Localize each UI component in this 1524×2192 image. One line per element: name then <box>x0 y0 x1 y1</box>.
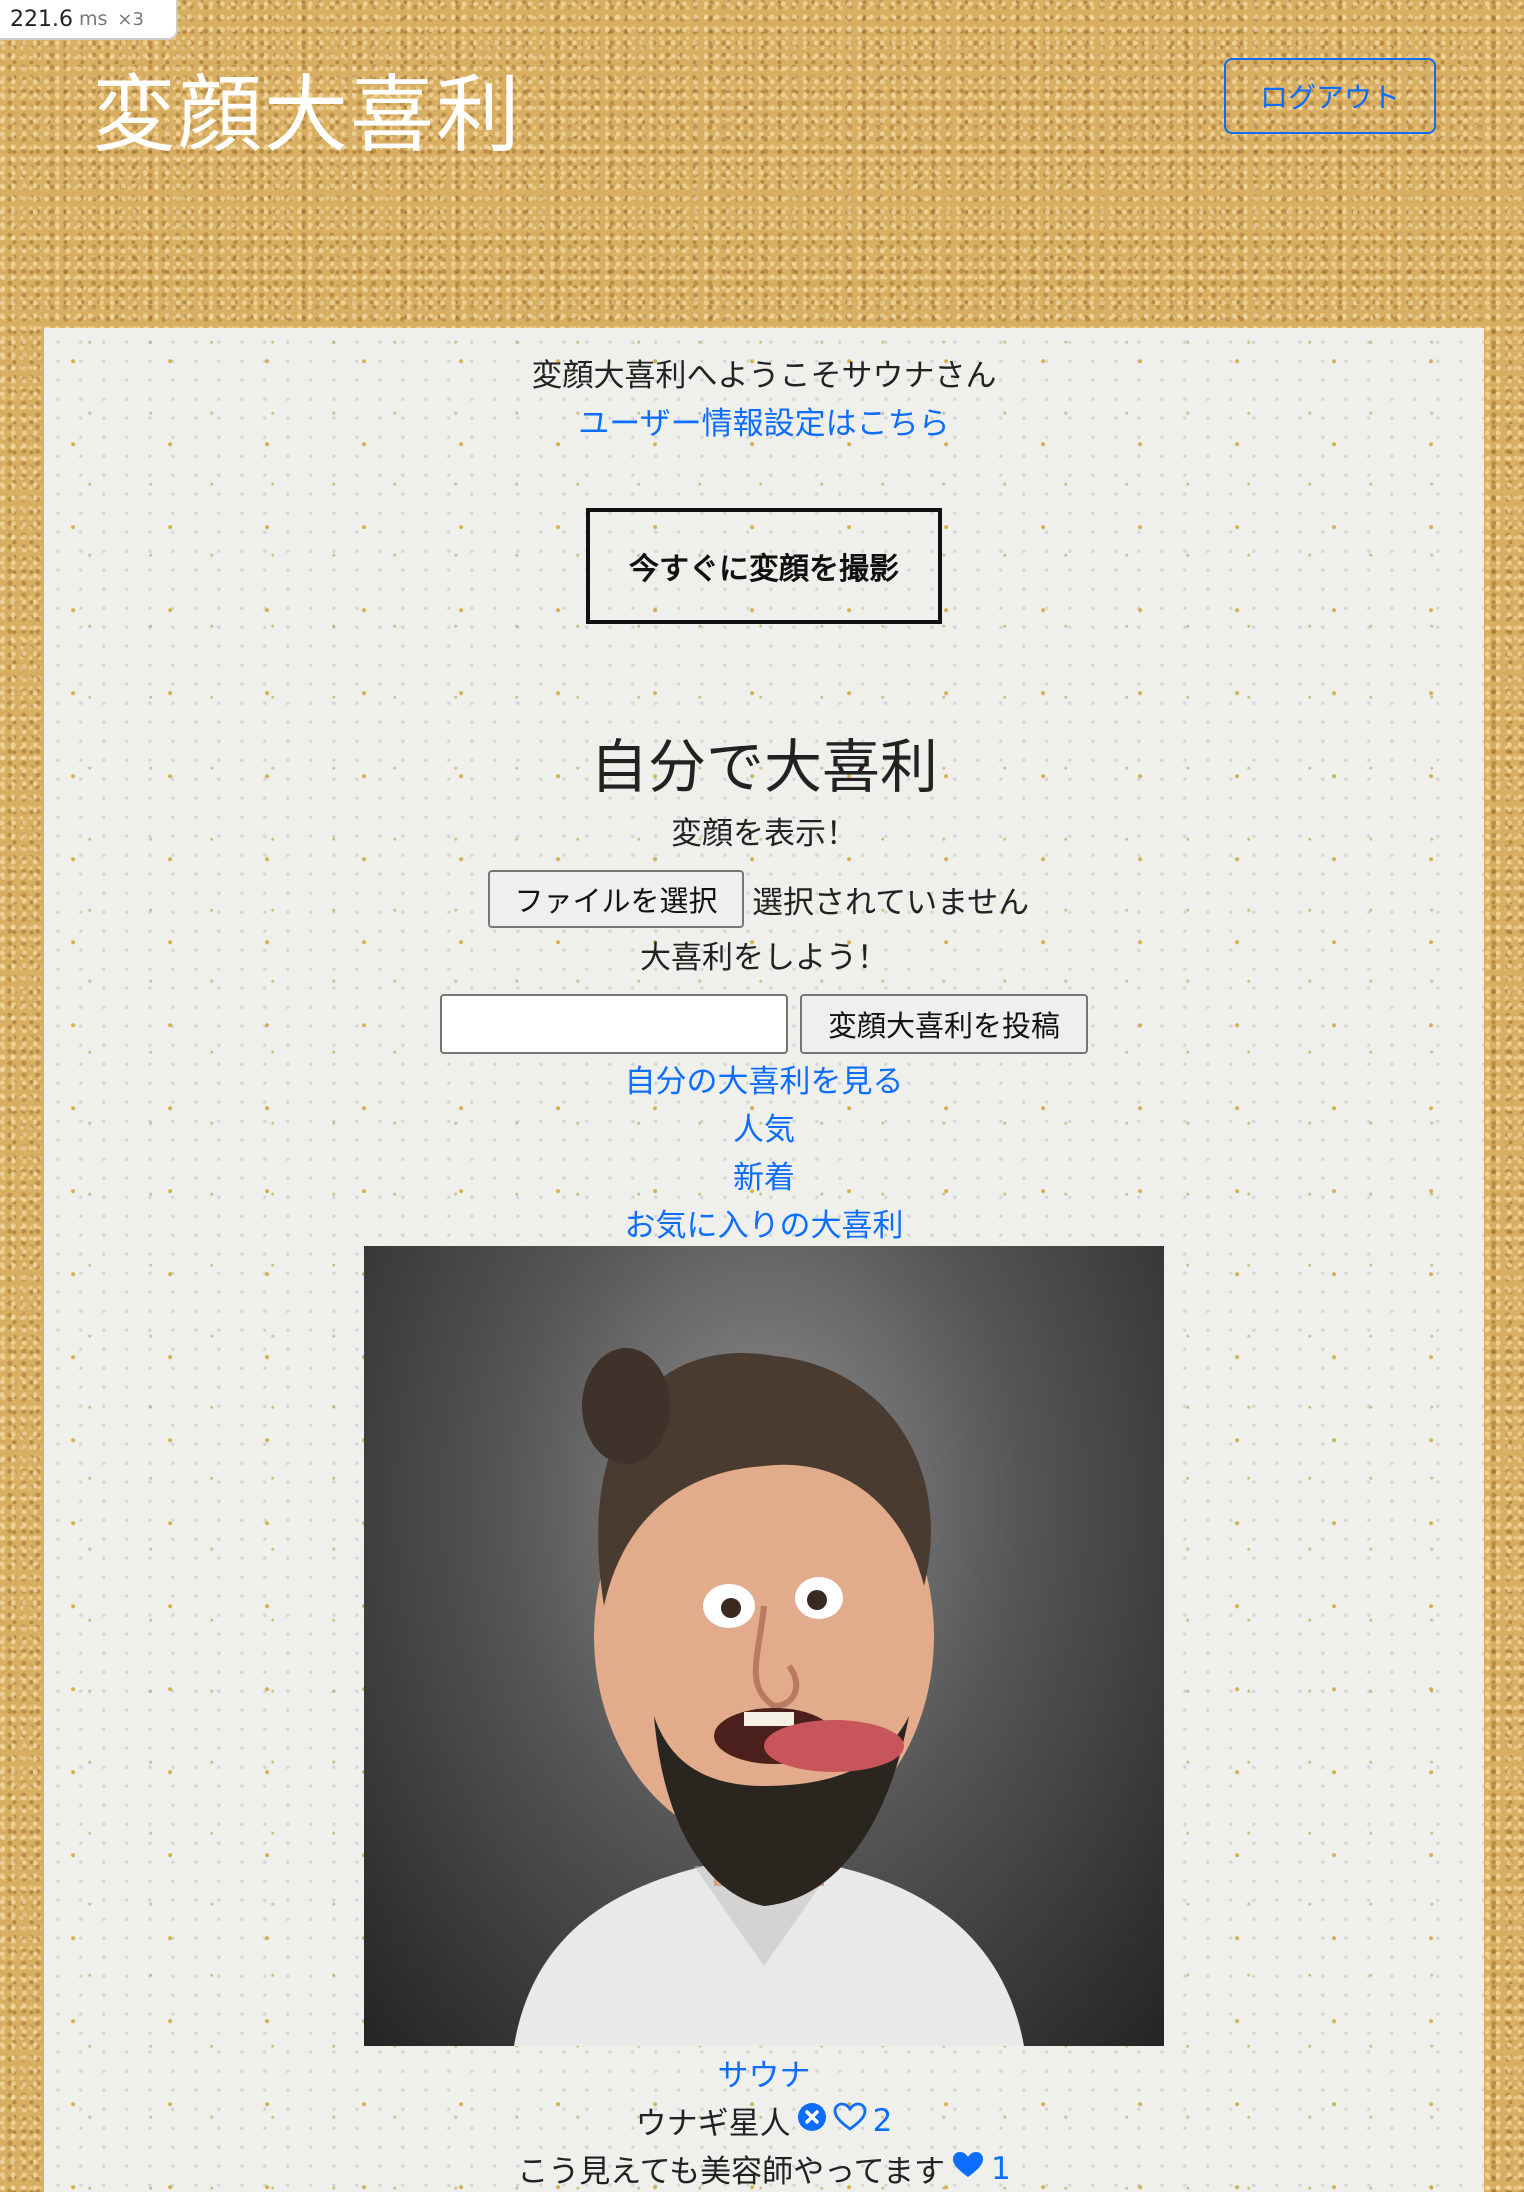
nav-popular-link[interactable]: 人気 <box>733 1112 795 1148</box>
file-picker: ファイルを選択 選択されていません <box>488 870 1029 928</box>
answer-text: ウナギ星人 <box>635 2106 791 2142</box>
answer-item: こう見えても美容師やってます 1 <box>44 2146 1484 2191</box>
show-face-label: 変顔を表示！ <box>671 816 857 852</box>
nav-new-link[interactable]: 新着 <box>733 1160 795 1196</box>
poster-name-link[interactable]: サウナ <box>718 2058 811 2094</box>
ogiri-label: 大喜利をしよう！ <box>640 940 888 976</box>
file-status: 選択されていません <box>752 884 1030 921</box>
answer-item: ウナギ星人 2 <box>44 2098 1484 2143</box>
funny-face-illustration <box>514 1348 1024 2046</box>
like-count: 2 <box>872 2102 893 2139</box>
choose-file-button[interactable]: ファイルを選択 <box>488 870 744 928</box>
heart-outline-icon[interactable] <box>833 2102 867 2140</box>
funny-face-photo[interactable] <box>364 1246 1164 2046</box>
nav-my-ogiri-link[interactable]: 自分の大喜利を見る <box>625 1064 904 1100</box>
perf-multiplier: ×3 <box>117 8 144 30</box>
perf-value: 221.6 <box>10 6 73 32</box>
perf-unit: ms <box>78 8 108 30</box>
delete-icon[interactable] <box>797 2102 827 2140</box>
heart-filled-icon[interactable] <box>951 2150 985 2188</box>
post-answer-button[interactable]: 変顔大喜利を投稿 <box>800 994 1088 1054</box>
nav-favorites-link[interactable]: お気に入りの大喜利 <box>625 1208 904 1244</box>
take-photo-button[interactable]: 今すぐに変顔を撮影 <box>586 508 942 624</box>
logout-button[interactable]: ログアウト <box>1224 58 1436 134</box>
performance-overlay: 221.6 ms ×3 <box>0 0 178 40</box>
like-count: 1 <box>991 2150 1011 2187</box>
user-settings-link[interactable]: ユーザー情報設定はこちら <box>578 406 949 442</box>
answer-text: こう見えても美容師やってます <box>517 2154 946 2190</box>
welcome-message: 変顔大喜利へようこそサウナさん <box>531 358 997 394</box>
answer-input[interactable] <box>440 994 788 1054</box>
main-panel: 変顔大喜利へようこそサウナさん ユーザー情報設定はこちら 今すぐに変顔を撮影 自… <box>44 328 1484 2192</box>
post-form: 変顔大喜利を投稿 <box>440 994 1088 1054</box>
section-title: 自分で大喜利 <box>589 733 938 801</box>
site-title: 変顔大喜利 <box>92 66 523 164</box>
